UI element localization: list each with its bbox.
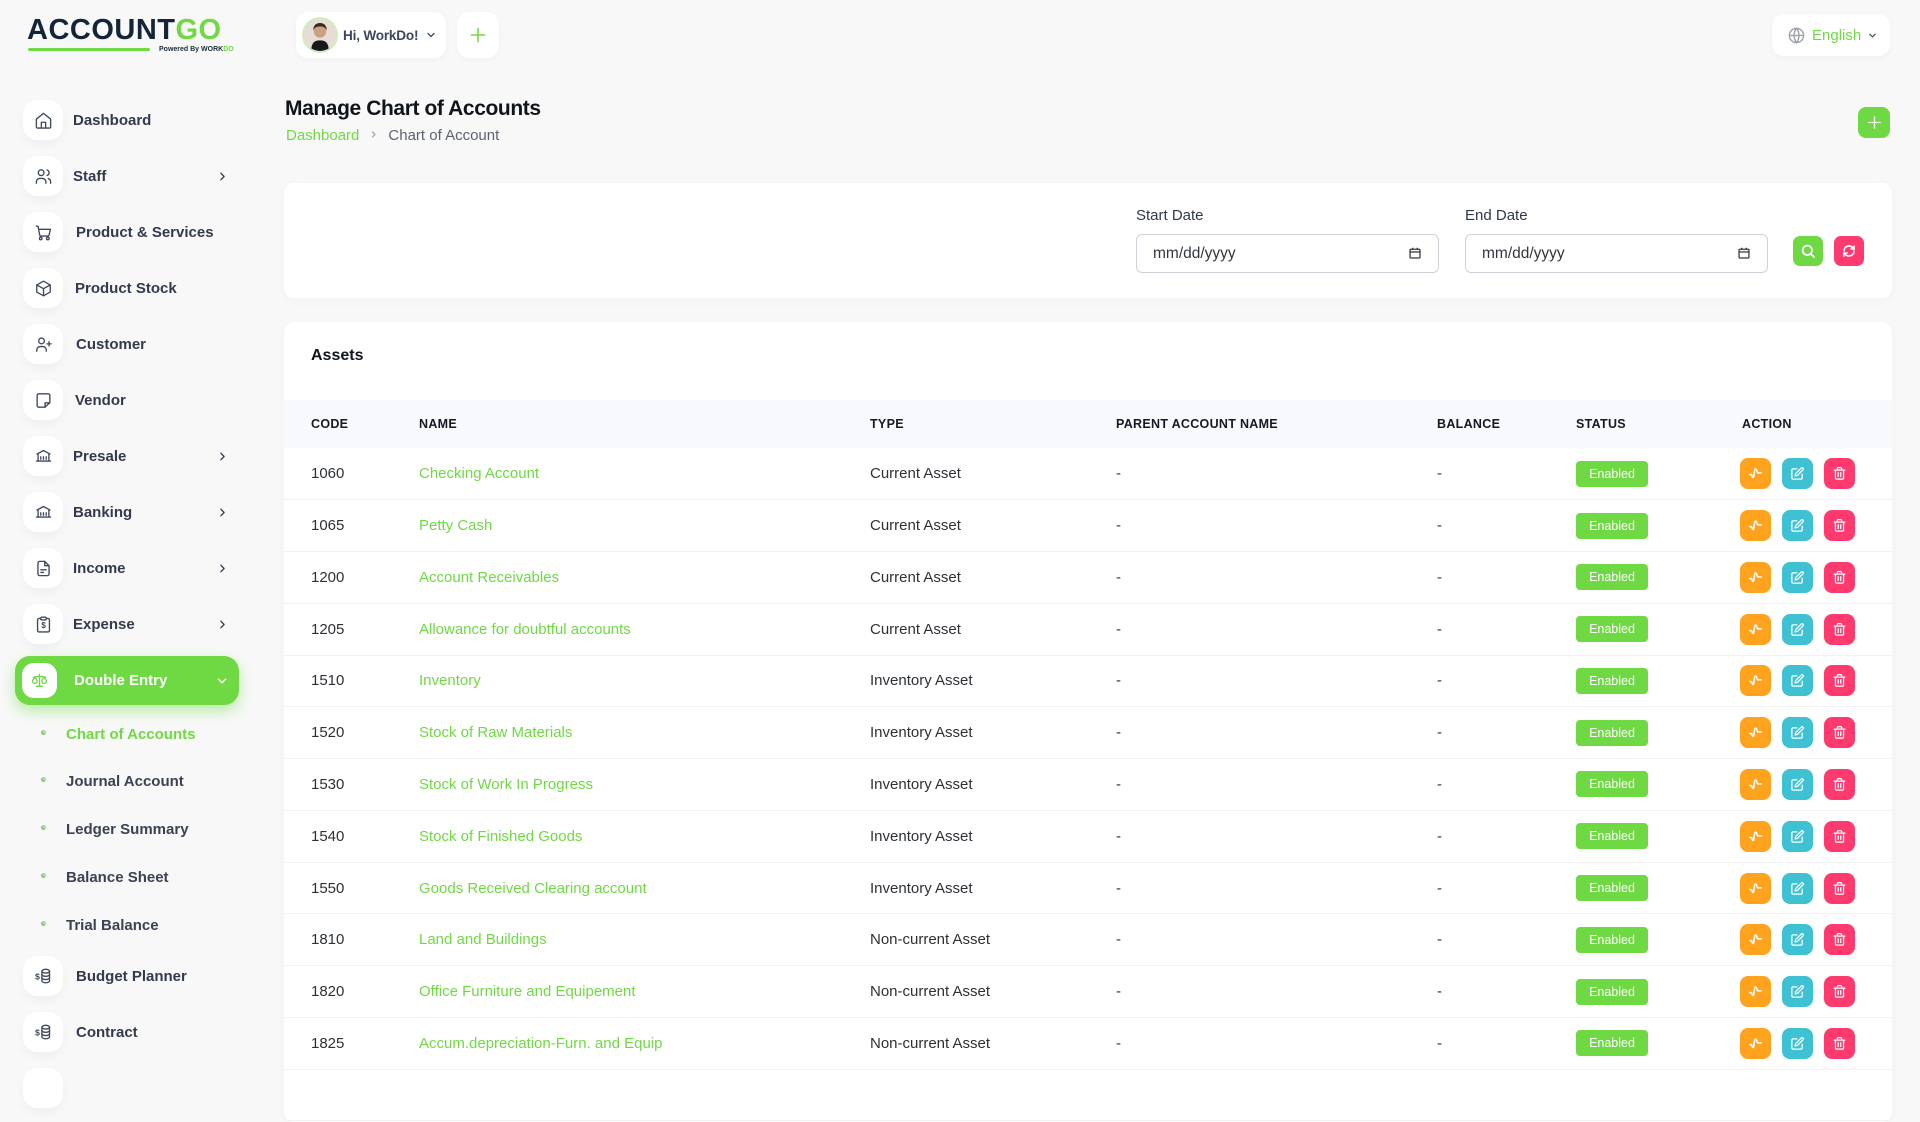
svg-text:$: $	[35, 971, 40, 981]
svg-text:$: $	[35, 1027, 40, 1037]
svg-text:$: $	[41, 620, 46, 630]
